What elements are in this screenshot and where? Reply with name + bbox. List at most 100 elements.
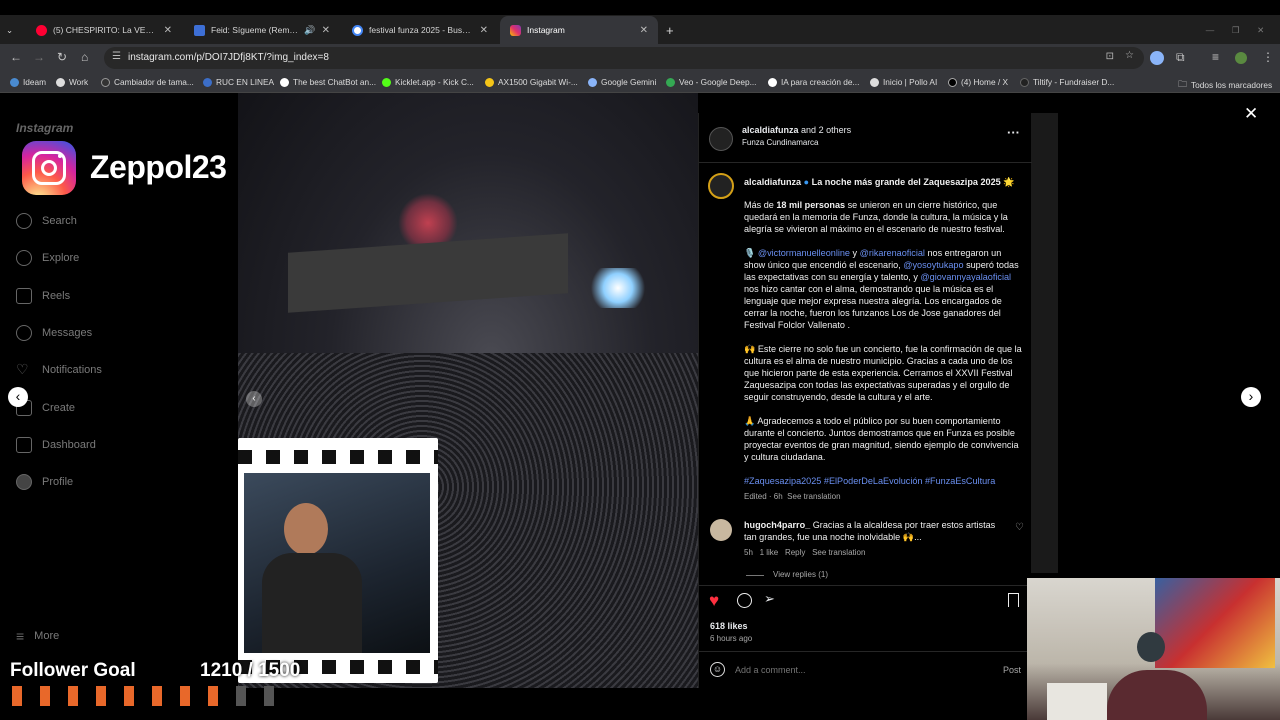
bookmark-item[interactable]: Inicio | Pollo AI: [870, 77, 937, 87]
tab-4-active[interactable]: Instagram ✕: [500, 16, 658, 44]
post-comment-button[interactable]: Post: [1003, 665, 1021, 675]
compass-icon: [16, 250, 32, 266]
more-options-icon[interactable]: ···: [1007, 125, 1020, 140]
caption-author[interactable]: alcaldiafunza: [744, 177, 801, 187]
see-translation-link[interactable]: See translation: [812, 548, 865, 557]
home-icon[interactable]: ⌂: [81, 50, 88, 64]
nav-profile[interactable]: Profile: [16, 474, 73, 490]
reading-list-icon[interactable]: ≡: [1212, 50, 1219, 64]
hashtags[interactable]: #Zaquesazipa2025 #ElPoderDeLaEvolución #…: [744, 475, 1024, 487]
coauthors-link[interactable]: and 2 others: [801, 125, 851, 135]
speaker-icon[interactable]: 🔊: [304, 25, 315, 36]
star-icon[interactable]: ☆: [1125, 50, 1134, 61]
nav-label: Messages: [42, 327, 93, 339]
comment-username[interactable]: hugoch4parro_: [744, 520, 810, 530]
bookmark-item[interactable]: RUC EN LINEA: [203, 77, 274, 87]
webcam-overlay: [1027, 578, 1280, 720]
install-icon[interactable]: ⊡: [1106, 51, 1114, 62]
nav-label: More: [34, 630, 60, 642]
photo-prev-icon[interactable]: ‹: [246, 391, 262, 407]
bookmark-icon: [280, 77, 289, 87]
reply-button[interactable]: Reply: [785, 548, 805, 557]
post-location[interactable]: Funza Cundinamarca: [742, 138, 818, 147]
nav-label: Notifications: [42, 364, 102, 376]
bookmark-item[interactable]: Cambiador de tama...: [101, 77, 194, 87]
mention-link[interactable]: @yosoytukapo: [903, 260, 963, 270]
forward-arrow-icon[interactable]: →: [33, 50, 45, 64]
likes-count[interactable]: 618 likes: [710, 621, 748, 631]
caption-bold: 18 mil personas: [776, 200, 846, 210]
emoji-picker-icon[interactable]: ☺: [710, 662, 725, 677]
profile-avatar-icon[interactable]: [1150, 51, 1164, 65]
tab-1[interactable]: (5) CHESPIRITO: La VERDAD qu ✕: [26, 16, 182, 44]
bookmark-item[interactable]: The best ChatBot an...: [280, 77, 376, 87]
extensions-icon[interactable]: ⧉: [1176, 50, 1185, 65]
nav-dashboard[interactable]: Dashboard: [16, 437, 96, 453]
comment-likes[interactable]: 1 like: [760, 548, 779, 557]
nav-explore[interactable]: Explore: [16, 250, 79, 266]
bookmark-icon: [382, 77, 391, 87]
bookmark-item[interactable]: Google Gemini: [588, 77, 656, 87]
bookmark-item[interactable]: Veo - Google Deep...: [666, 77, 757, 87]
nav-messages[interactable]: Messages: [16, 325, 92, 341]
bookmark-item[interactable]: (4) Home / X: [948, 77, 1008, 87]
nav-reels[interactable]: Reels: [16, 288, 70, 304]
url-bar[interactable]: ☰ instagram.com/p/DOI7JDfj8KT/?img_index…: [104, 47, 1144, 69]
minimize-icon[interactable]: —: [1206, 25, 1215, 35]
all-bookmarks-folder[interactable]: 🗀 Todos los marcadores: [1178, 77, 1272, 93]
bookmark-item[interactable]: Ideam: [10, 77, 46, 87]
author-avatar[interactable]: [709, 127, 733, 151]
background-feed: [1031, 113, 1058, 573]
account-icon[interactable]: [1235, 52, 1247, 64]
bookmarks-bar: Ideam Work Cambiador de tama... RUC EN L…: [0, 72, 1280, 93]
nav-search[interactable]: Search: [16, 213, 77, 229]
tab-3[interactable]: festival funza 2025 - Buscar co ✕: [342, 16, 498, 44]
bookmark-item[interactable]: AX1500 Gigabit Wi-...: [485, 77, 578, 87]
bookmark-item[interactable]: Kicklet.app - Kick C...: [382, 77, 474, 87]
see-translation-link[interactable]: See translation: [787, 492, 840, 501]
nav-more[interactable]: ≡ More: [16, 628, 59, 644]
commenter-avatar[interactable]: [710, 519, 732, 541]
address-toolbar: ← → ↻ ⌂ ☰ instagram.com/p/DOI7JDfj8KT/?i…: [0, 44, 1280, 72]
mention-link[interactable]: @giovannyayalaoficial: [920, 272, 1011, 282]
nav-notifications[interactable]: ♡ Notifications: [16, 362, 102, 378]
tab-2[interactable]: Feid: Sígueme (Remix) - Jar 🔊 ✕: [184, 16, 340, 44]
close-icon[interactable]: ✕: [164, 25, 172, 36]
menu-kebab-icon[interactable]: ⋮: [1262, 50, 1274, 64]
mention-link[interactable]: @victormanuelleonline: [758, 248, 850, 258]
view-replies-button[interactable]: View replies (1): [773, 570, 828, 579]
bookmark-label: Todos los marcadores: [1191, 80, 1273, 90]
wall-poster: [1155, 578, 1275, 668]
share-send-icon[interactable]: ➢: [764, 591, 775, 607]
reload-icon[interactable]: ↻: [57, 50, 67, 64]
mention-link[interactable]: @rikarenaoficial: [860, 248, 925, 258]
bookmark-save-icon[interactable]: [1008, 593, 1019, 607]
close-modal-icon[interactable]: ✕: [1244, 104, 1258, 124]
close-icon[interactable]: ✕: [480, 25, 488, 36]
caption-author-avatar[interactable]: [708, 173, 734, 199]
bookmark-item[interactable]: IA para creación de...: [768, 77, 859, 87]
new-tab-plus-icon[interactable]: +: [660, 16, 684, 44]
site-info-icon[interactable]: ☰: [112, 51, 121, 62]
like-heart-icon[interactable]: ♥: [709, 591, 719, 611]
next-post-button[interactable]: ›: [1241, 387, 1261, 407]
close-icon[interactable]: ✕: [322, 25, 330, 36]
close-icon[interactable]: ✕: [640, 25, 648, 36]
caption-paragraph-2: 🎙️ @victormanuelleonline y @rikarenaofic…: [744, 247, 1024, 331]
window-close-icon[interactable]: ✕: [1257, 25, 1264, 36]
bookmark-item[interactable]: Tiltify - Fundraiser D...: [1020, 77, 1114, 87]
comment-like-heart-icon[interactable]: ♡: [1015, 522, 1024, 533]
follower-goal-count: 1210 / 1500: [200, 660, 301, 681]
add-comment-input[interactable]: [735, 663, 985, 677]
author-username[interactable]: alcaldiafunza: [742, 125, 799, 135]
avatar-icon: [16, 474, 32, 490]
back-arrow-icon[interactable]: ←: [10, 50, 22, 64]
goal-segment: [40, 686, 50, 706]
bookmark-label: Cambiador de tama...: [114, 77, 194, 87]
prev-post-button[interactable]: ‹: [8, 387, 28, 407]
maximize-icon[interactable]: ❐: [1232, 25, 1240, 36]
bookmark-icon: [101, 77, 110, 87]
bookmark-item[interactable]: Work: [56, 77, 88, 87]
comment-bubble-icon[interactable]: [737, 593, 752, 608]
tab-search-chevron-icon[interactable]: ⌄: [0, 16, 24, 44]
